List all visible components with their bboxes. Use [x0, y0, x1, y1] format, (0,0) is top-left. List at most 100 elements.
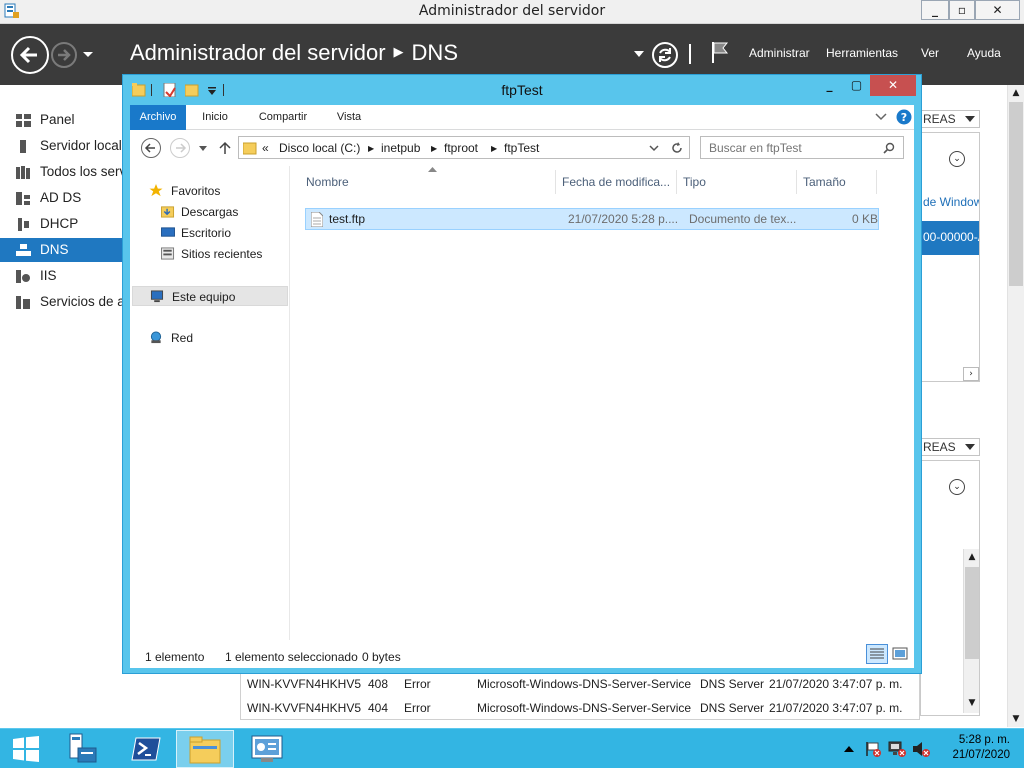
expand-circle-button[interactable]: ⌄ — [949, 479, 965, 495]
forward-button[interactable] — [170, 138, 190, 158]
nav-escritorio[interactable]: Escritorio — [160, 223, 288, 243]
column-label: Nombre — [306, 175, 349, 189]
help-icon[interactable]: ? — [896, 109, 912, 125]
scroll-thumb[interactable] — [965, 567, 979, 659]
taskbar-server-manager[interactable] — [58, 730, 116, 768]
column-header-tamano[interactable]: Tamaño — [797, 170, 877, 194]
menu-ver[interactable]: Ver — [921, 46, 939, 60]
restore-button[interactable]: ▫ — [949, 0, 975, 20]
close-button[interactable]: ✕ — [870, 75, 916, 96]
selected-row[interactable]: 00-00000-A — [921, 221, 980, 255]
address-segment-ftptest[interactable]: ftpTest — [504, 141, 539, 155]
scroll-right-button[interactable]: › — [963, 367, 979, 381]
events-scrollbar[interactable]: ▲ ▼ — [963, 549, 979, 713]
file-modified: 21/07/2020 5:28 p.... — [568, 212, 679, 226]
show-hidden-icons-icon[interactable] — [844, 745, 854, 753]
sidebar-item-iis[interactable]: IIS — [0, 264, 122, 288]
recent-locations-dropdown-icon[interactable] — [199, 146, 207, 152]
details-view-icon — [870, 648, 884, 659]
maximize-button[interactable]: ▢ — [843, 75, 870, 96]
search-icon[interactable] — [883, 142, 895, 154]
main-scrollbar[interactable]: ▲ ▼ — [1007, 85, 1024, 727]
tasks-dropdown-top[interactable]: REAS — [920, 110, 980, 128]
selected-row-text: 00-00000-A — [923, 230, 980, 244]
menu-ayuda[interactable]: Ayuda — [967, 46, 1001, 60]
address-chevron-icon[interactable]: ▶ — [491, 144, 497, 153]
sidebar-item-dhcp[interactable]: DHCP — [0, 212, 122, 236]
nav-este-equipo[interactable]: Este equipo — [132, 286, 288, 306]
nav-label: Favoritos — [171, 184, 221, 198]
close-button[interactable]: ✕ — [975, 0, 1020, 20]
breadcrumb-root[interactable]: Administrador del servidor — [130, 40, 386, 65]
notifications-flag-icon[interactable] — [710, 40, 730, 64]
details-view-button[interactable] — [866, 644, 888, 664]
address-dropdown-icon[interactable] — [649, 145, 659, 152]
refresh-button[interactable] — [652, 42, 678, 68]
address-bar[interactable]: « Disco local (C:) ▶ inetpub ▶ ftproot ▶… — [238, 136, 690, 159]
volume-muted-icon[interactable] — [912, 741, 930, 757]
network-icon — [150, 331, 162, 344]
search-input[interactable] — [709, 140, 879, 155]
expand-ribbon-chevron-icon[interactable] — [875, 113, 887, 121]
address-overflow[interactable]: « — [262, 141, 269, 155]
scroll-down-arrow-icon[interactable]: ▼ — [964, 695, 979, 711]
sidebar-item-ad-ds[interactable]: AD DS — [0, 186, 122, 210]
dhcp-icon — [18, 218, 29, 231]
address-segment-inetpub[interactable]: inetpub — [381, 141, 420, 155]
nav-red[interactable]: Red — [148, 328, 288, 348]
network-tray-icon[interactable] — [888, 741, 906, 757]
scroll-up-arrow-icon[interactable]: ▲ — [964, 549, 979, 565]
file-explorer-icon — [189, 736, 221, 764]
address-chevron-icon[interactable]: ▶ — [368, 144, 374, 153]
table-row[interactable]: WIN-KVVFN4HKHV5 408 Error Microsoft-Wind… — [241, 673, 921, 695]
scroll-down-arrow-icon[interactable]: ▼ — [1008, 711, 1024, 727]
sidebar-item-all-servers[interactable]: Todos los servidores — [0, 160, 122, 184]
address-segment-ftproot[interactable]: ftproot — [444, 141, 478, 155]
menu-administrar[interactable]: Administrar — [749, 46, 810, 60]
minimize-button[interactable]: _ — [816, 75, 843, 96]
scroll-up-arrow-icon[interactable]: ▲ — [1008, 85, 1024, 101]
tab-compartir[interactable]: Compartir — [248, 105, 318, 130]
back-button[interactable] — [141, 138, 161, 158]
dropdown-arrow-icon[interactable] — [634, 51, 644, 58]
refresh-icon[interactable] — [671, 142, 683, 154]
sidebar-item-panel[interactable]: Panel — [0, 108, 122, 132]
expand-circle-button[interactable]: ⌄ — [949, 151, 965, 167]
taskbar-powershell[interactable] — [117, 730, 175, 768]
taskbar-control-panel[interactable] — [238, 730, 296, 768]
nav-descargas[interactable]: Descargas — [160, 202, 288, 222]
tab-archivo[interactable]: Archivo — [130, 105, 186, 130]
minimize-button[interactable]: _ — [921, 0, 949, 20]
system-clock[interactable]: 5:28 p. m. 21/07/2020 — [940, 733, 1010, 763]
search-box[interactable] — [700, 136, 904, 159]
nav-sitios-recientes[interactable]: Sitios recientes — [160, 244, 288, 264]
scroll-thumb[interactable] — [1009, 102, 1023, 286]
table-row[interactable]: WIN-KVVFN4HKHV5 404 Error Microsoft-Wind… — [241, 697, 921, 719]
column-header-tipo[interactable]: Tipo — [677, 170, 797, 194]
history-dropdown-icon[interactable] — [82, 51, 94, 59]
action-center-flag-icon[interactable] — [865, 741, 881, 757]
back-button[interactable] — [11, 36, 49, 74]
large-icons-view-button[interactable] — [890, 644, 910, 664]
sidebar-item-dns[interactable]: DNS — [0, 238, 122, 262]
start-button[interactable] — [0, 730, 58, 768]
nav-favorites[interactable]: Favoritos — [148, 181, 288, 201]
cell-date: 21/07/2020 3:47:07 p. m. — [769, 677, 903, 691]
link-windows[interactable]: de Windows — [923, 195, 979, 209]
column-header-fecha[interactable]: Fecha de modifica... — [556, 170, 677, 194]
tab-vista[interactable]: Vista — [326, 105, 372, 130]
address-segment-disk[interactable]: Disco local (C:) — [279, 141, 360, 155]
tab-inicio[interactable]: Inicio — [190, 105, 240, 130]
menu-herramientas[interactable]: Herramientas — [826, 46, 898, 60]
taskbar-file-explorer[interactable] — [176, 730, 234, 768]
sidebar-item-label: Panel — [40, 112, 75, 127]
up-arrow-icon[interactable] — [219, 141, 231, 155]
tasks-dropdown-bottom[interactable]: REAS — [920, 438, 980, 456]
file-row[interactable]: test.ftp 21/07/2020 5:28 p.... Documento… — [305, 208, 879, 230]
column-header-nombre[interactable]: Nombre — [300, 170, 556, 194]
sidebar-item-local-server[interactable]: Servidor local — [0, 134, 122, 158]
forward-button[interactable] — [51, 42, 77, 68]
address-chevron-icon[interactable]: ▶ — [431, 144, 437, 153]
explorer-titlebar[interactable]: ftpTest _ ▢ ✕ — [123, 75, 921, 105]
sidebar-item-file-services[interactable]: Servicios de archivos y de almacenamient… — [0, 290, 122, 314]
